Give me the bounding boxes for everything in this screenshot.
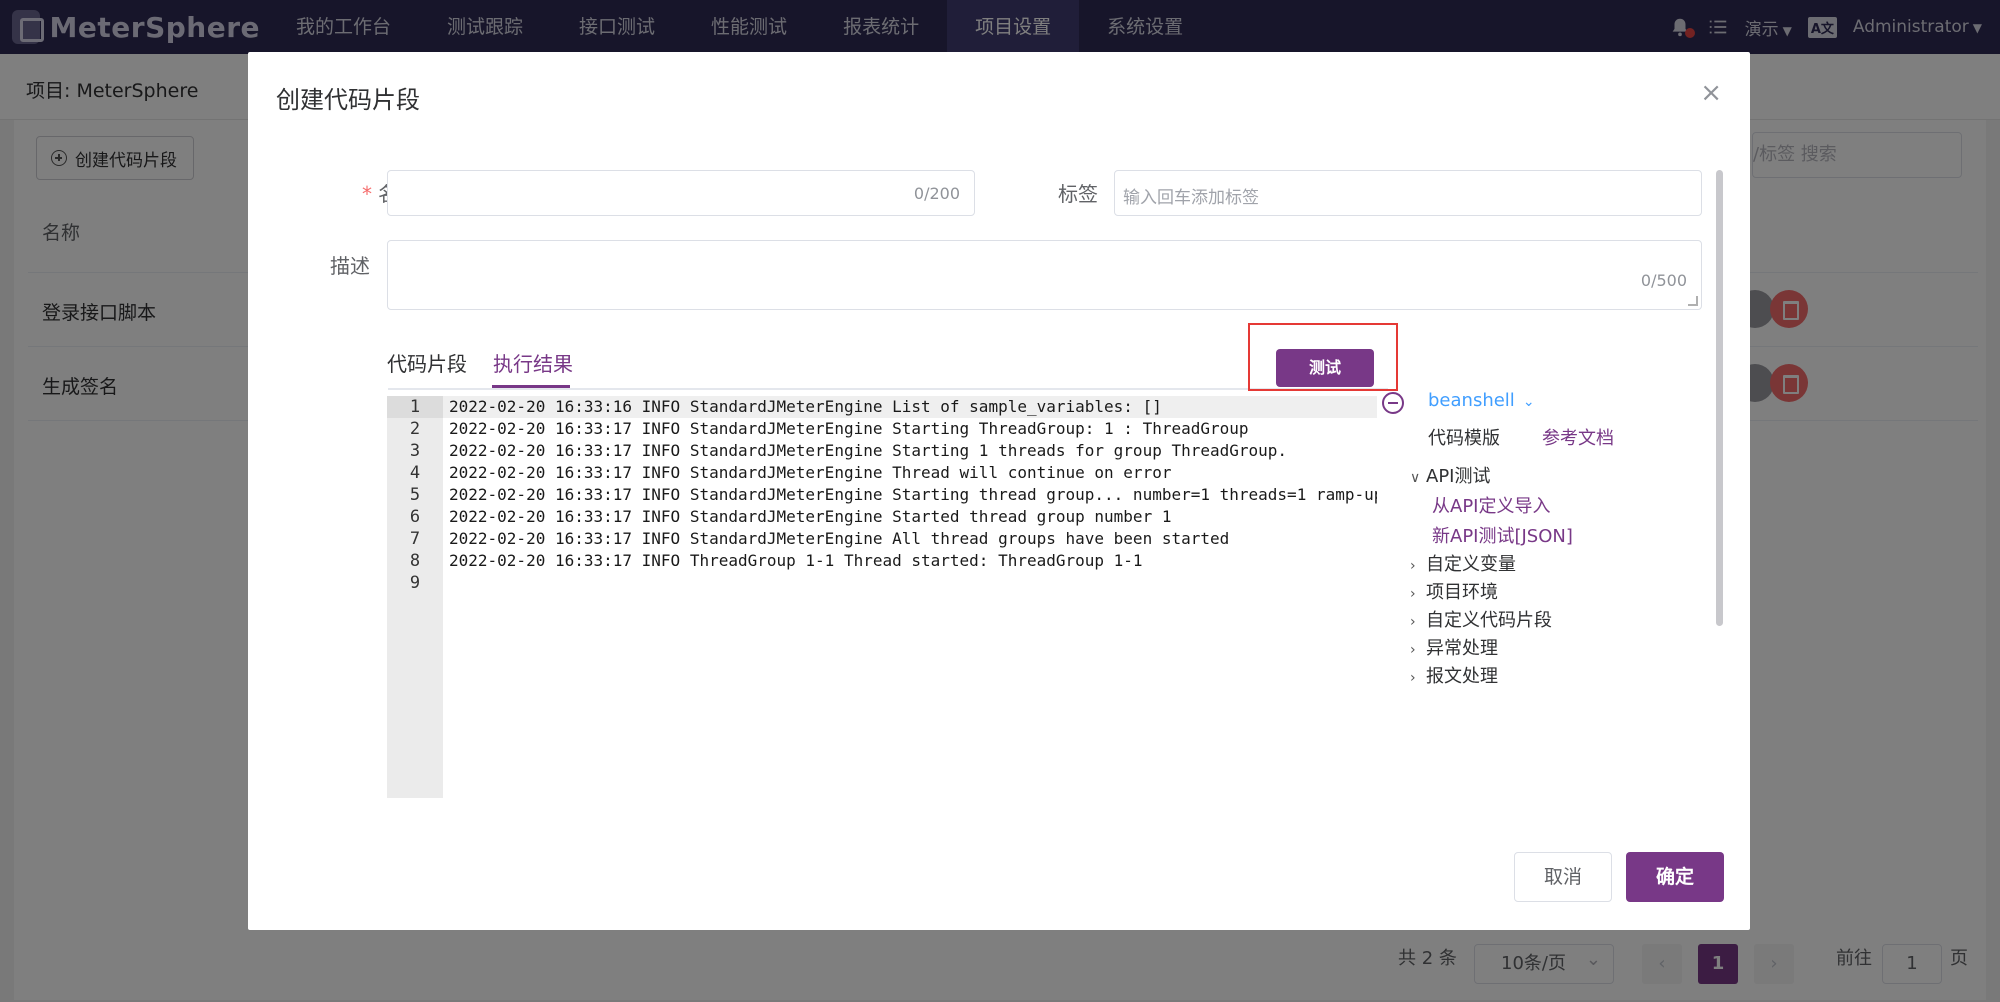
line-number: 9 [409,573,421,593]
chevron-down-icon: ∨ [1410,470,1421,486]
line-number: 5 [409,485,421,505]
tree-node-label: 项目环境 [1426,582,1498,603]
tab-code-snippet[interactable]: 代码片段 [387,348,467,377]
chevron-right-icon: › [1410,586,1416,602]
required-marker: * [362,182,372,206]
name-counter: 0/200 [913,184,960,203]
chevron-right-icon: › [1410,670,1416,686]
line-number: 7 [409,529,421,549]
create-snippet-dialog: 创建代码片段 × *名称 0/200 标签 输入回车添加标签 描述 0/500 … [248,52,1750,930]
tree-node-exception[interactable]: › 异常处理 [1410,634,1498,660]
tree-node-api-test[interactable]: ∨ API测试 [1410,462,1490,488]
tag-placeholder: 输入回车添加标签 [1123,188,1259,208]
tag-label: 标签 [1058,182,1098,206]
tree-node-custom-variable[interactable]: › 自定义变量 [1410,550,1516,576]
language-select[interactable]: beanshell ⌄ [1428,390,1535,411]
code-line: 2022-02-20 16:33:17 INFO StandardJMeterE… [449,529,1230,548]
dialog-title: 创建代码片段 [276,86,420,114]
tree-node-label: 报文处理 [1426,666,1498,687]
tag-input[interactable]: 输入回车添加标签 [1114,170,1702,216]
code-line: 2022-02-20 16:33:17 INFO StandardJMeterE… [449,463,1172,482]
line-number: 2 [409,419,421,439]
cancel-button[interactable]: 取消 [1514,852,1612,902]
confirm-button[interactable]: 确定 [1626,852,1724,902]
code-line: 2022-02-20 16:33:17 INFO StandardJMeterE… [449,441,1288,460]
name-input[interactable]: 0/200 [387,170,975,216]
description-label: 描述 [330,254,370,278]
dialog-scrollbar[interactable] [1716,170,1723,626]
tree-node-label: API测试 [1426,466,1491,487]
tree-node-message[interactable]: › 报文处理 [1410,662,1498,688]
line-number: 1 [387,396,443,418]
code-line: 2022-02-20 16:33:17 INFO StandardJMeterE… [449,485,1377,504]
tab-execution-result[interactable]: 执行结果 [493,348,573,377]
description-textarea[interactable]: 0/500 [387,240,1702,310]
tree-node-label: 异常处理 [1426,638,1498,659]
code-editor[interactable]: 1 2 3 4 5 6 7 8 9 2022-02-20 16:33:16 IN… [387,396,1377,798]
chevron-right-icon: › [1410,642,1416,658]
language-value: beanshell [1428,390,1515,411]
reference-doc-link[interactable]: 参考文档 [1542,424,1614,450]
chevron-right-icon: › [1410,614,1416,630]
code-line: 2022-02-20 16:33:17 INFO ThreadGroup 1-1… [449,551,1143,570]
code-line: 2022-02-20 16:33:16 INFO StandardJMeterE… [449,397,1162,416]
close-icon[interactable]: × [1700,78,1722,108]
tree-link-import-api-definition[interactable]: 从API定义导入 [1432,492,1550,518]
line-number: 3 [409,441,421,461]
test-button[interactable]: 测试 [1276,349,1374,387]
resize-handle-icon[interactable] [1688,296,1698,306]
tabs-underline [388,388,1388,390]
chevron-right-icon: › [1410,558,1416,574]
chevron-down-icon: ⌄ [1522,394,1535,410]
code-template-label: 代码模版 [1428,428,1500,449]
collapse-panel-icon[interactable] [1382,392,1404,414]
description-counter: 0/500 [1640,271,1687,290]
tree-node-label: 自定义代码片段 [1426,610,1552,631]
tree-node-custom-snippet[interactable]: › 自定义代码片段 [1410,606,1552,632]
line-number: 6 [409,507,421,527]
tree-node-project-env[interactable]: › 项目环境 [1410,578,1498,604]
active-tab-indicator [492,385,570,388]
line-number: 8 [409,551,421,571]
line-number: 4 [409,463,421,483]
tree-link-new-api-json[interactable]: 新API测试[JSON] [1432,522,1573,548]
code-line: 2022-02-20 16:33:17 INFO StandardJMeterE… [449,419,1249,438]
code-line: 2022-02-20 16:33:17 INFO StandardJMeterE… [449,507,1172,526]
tree-node-label: 自定义变量 [1426,554,1516,575]
